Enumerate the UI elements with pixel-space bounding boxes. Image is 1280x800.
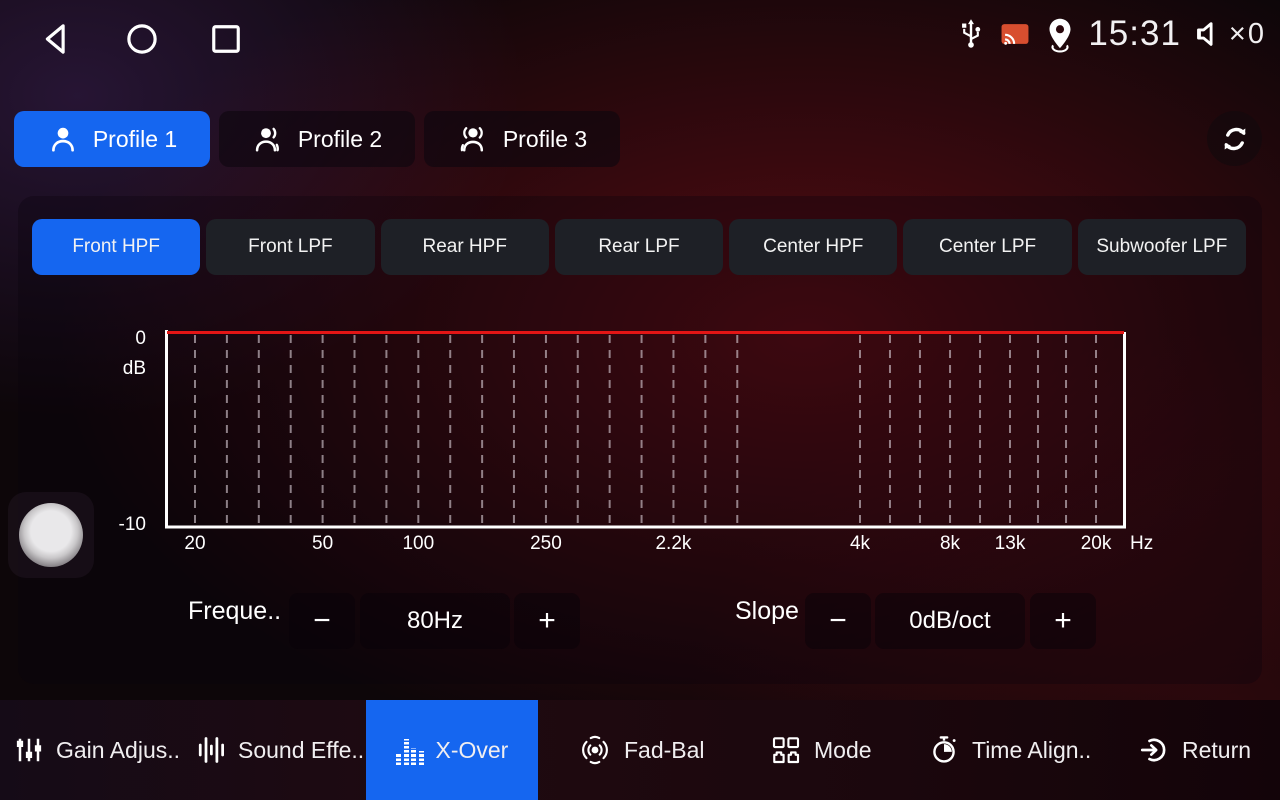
cast-icon: [998, 17, 1032, 51]
android-back-button[interactable]: [36, 18, 78, 63]
sync-button[interactable]: [1207, 111, 1262, 166]
volume-status: ×0: [1191, 16, 1264, 52]
profile-tabs: Profile 1 Profile 2 Profile 3: [14, 111, 620, 167]
frequency-value: 80Hz: [360, 593, 510, 649]
nav-time-align[interactable]: Time Align..: [928, 700, 1091, 800]
knob-handle[interactable]: [19, 503, 83, 567]
slope-minus-button[interactable]: −: [805, 593, 871, 649]
profile-tab-1[interactable]: Profile 1: [14, 111, 210, 167]
mode-icon: [770, 734, 802, 766]
return-arrow-icon: [1138, 734, 1170, 766]
nav-label: Sound Effe..: [238, 737, 364, 764]
volume-level: 0: [1248, 18, 1264, 51]
chart-grid: [165, 330, 1126, 529]
nav-label: Gain Adjus..: [56, 737, 180, 764]
y-axis-unit: dB: [106, 358, 146, 380]
sound-effects-icon: [196, 735, 226, 765]
gain-adjust-icon: [14, 735, 44, 765]
filter-tab-center-lpf[interactable]: Center LPF: [903, 219, 1071, 275]
fader-balance-icon: [578, 733, 612, 767]
status-bar: 15:31 ×0: [954, 14, 1264, 54]
usb-icon: [954, 14, 988, 54]
x-tick-50: 50: [312, 533, 333, 555]
recents-icon: [205, 18, 247, 60]
clock: 15:31: [1088, 14, 1181, 54]
frequency-minus-button[interactable]: −: [289, 593, 355, 649]
filter-tab-front-hpf[interactable]: Front HPF: [32, 219, 200, 275]
adjust-knob[interactable]: [8, 492, 94, 578]
profile-tab-label: Profile 1: [93, 126, 177, 153]
home-icon: [121, 18, 163, 60]
nav-gain-adjust[interactable]: Gain Adjus..: [14, 700, 180, 800]
volume-mute-symbol: ×: [1229, 18, 1246, 51]
slope-value: 0dB/oct: [875, 593, 1025, 649]
x-axis-ticks: 20 50 100 250 2.2k 4k 8k 13k 20k: [165, 533, 1126, 559]
x-tick-20: 20: [184, 533, 205, 555]
y-tick-neg10: -10: [106, 514, 146, 536]
frequency-label: Freque..: [188, 597, 281, 626]
xover-panel: Front HPFFront LPFRear HPFRear LPFCenter…: [18, 196, 1262, 684]
x-tick-20k: 20k: [1081, 533, 1112, 555]
nav-label: Time Align..: [972, 737, 1091, 764]
x-tick-250: 250: [530, 533, 562, 555]
x-tick-13k: 13k: [995, 533, 1026, 555]
profile-tab-label: Profile 2: [298, 126, 382, 153]
stopwatch-icon: [928, 734, 960, 766]
x-tick-4k: 4k: [850, 533, 870, 555]
nav-label: Mode: [814, 737, 872, 764]
volume-muted-icon: [1191, 16, 1227, 52]
filter-tab-subwoofer-lpf[interactable]: Subwoofer LPF: [1078, 219, 1246, 275]
x-axis-unit: Hz: [1130, 533, 1153, 555]
nav-sound-effects[interactable]: Sound Effe..: [196, 700, 364, 800]
filter-tab-center-hpf[interactable]: Center HPF: [729, 219, 897, 275]
location-icon: [1042, 14, 1078, 54]
android-home-button[interactable]: [121, 18, 163, 63]
x-tick-8k: 8k: [940, 533, 960, 555]
equalizer-icon: [396, 735, 424, 765]
back-icon: [36, 18, 78, 60]
x-tick-2.2k: 2.2k: [655, 533, 691, 555]
user-one-arc-icon: [252, 123, 284, 155]
profile-tab-label: Profile 3: [503, 126, 587, 153]
y-tick-0: 0: [106, 328, 146, 350]
user-two-arcs-icon: [457, 123, 489, 155]
filter-tabs: Front HPFFront LPFRear HPFRear LPFCenter…: [32, 219, 1246, 275]
bottom-nav: Gain Adjus.. Sound Effe.. X-Over Fad-Bal: [0, 700, 1280, 800]
filter-tab-rear-lpf[interactable]: Rear LPF: [555, 219, 723, 275]
x-tick-100: 100: [402, 533, 434, 555]
nav-return[interactable]: Return: [1138, 700, 1251, 800]
nav-label: Fad-Bal: [624, 737, 705, 764]
filter-tab-front-lpf[interactable]: Front LPF: [206, 219, 374, 275]
android-recents-button[interactable]: [205, 18, 247, 63]
profile-tab-3[interactable]: Profile 3: [424, 111, 620, 167]
nav-label: X-Over: [436, 737, 509, 764]
refresh-icon: [1218, 122, 1252, 156]
nav-mode[interactable]: Mode: [770, 700, 872, 800]
filter-tab-rear-hpf[interactable]: Rear HPF: [381, 219, 549, 275]
nav-label: Return: [1182, 737, 1251, 764]
slope-plus-button[interactable]: +: [1030, 593, 1096, 649]
user-icon: [47, 123, 79, 155]
nav-xover[interactable]: X-Over: [366, 700, 538, 800]
profile-tab-2[interactable]: Profile 2: [219, 111, 415, 167]
slope-label: Slope: [735, 597, 799, 626]
frequency-response-chart[interactable]: [165, 330, 1126, 529]
frequency-plus-button[interactable]: +: [514, 593, 580, 649]
nav-fad-bal[interactable]: Fad-Bal: [578, 700, 705, 800]
